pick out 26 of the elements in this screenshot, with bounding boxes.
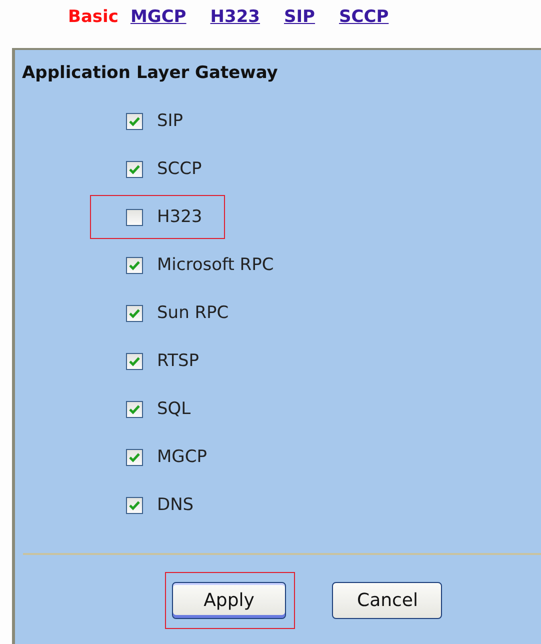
option-checkbox[interactable]: RTSP <box>90 339 222 383</box>
nav-link[interactable]: Basic <box>68 7 118 27</box>
checkbox[interactable] <box>126 112 143 130</box>
nav-link[interactable]: H323 <box>210 7 260 27</box>
option-checkbox[interactable]: SIP <box>90 99 206 143</box>
checkbox[interactable] <box>126 400 143 418</box>
option-checkbox[interactable]: DNS <box>90 483 217 527</box>
checkbox[interactable] <box>126 448 143 466</box>
option-checkbox[interactable]: Sun RPC <box>90 291 252 335</box>
checkbox[interactable] <box>126 256 143 274</box>
apply-button[interactable]: Apply <box>172 582 286 619</box>
checkbox[interactable] <box>126 352 143 370</box>
option-checkbox[interactable]: H323 <box>90 195 226 239</box>
option-checkbox[interactable]: SCCP <box>90 147 225 191</box>
cancel-button[interactable]: Cancel <box>332 582 442 619</box>
checkbox[interactable] <box>126 496 143 514</box>
option-checkbox[interactable]: Microsoft RPC <box>90 243 297 287</box>
option-checkbox[interactable]: SQL <box>90 387 214 431</box>
checkbox[interactable] <box>126 160 143 178</box>
checkbox[interactable] <box>126 208 143 226</box>
panel-title: Application Layer Gateway <box>21 62 279 85</box>
nav-link[interactable]: SIP <box>284 7 316 27</box>
checkbox[interactable] <box>126 304 143 322</box>
nav-link[interactable]: MGCP <box>130 7 186 27</box>
nav-link[interactable]: SCCP <box>339 7 389 27</box>
option-checkbox[interactable]: MGCP <box>90 435 230 479</box>
